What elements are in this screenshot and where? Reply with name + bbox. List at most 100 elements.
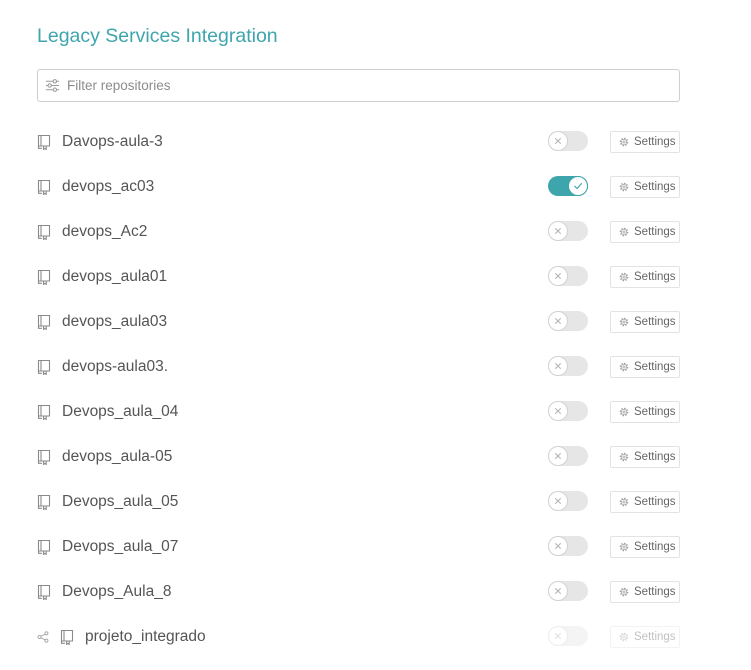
- gear-icon: [619, 452, 629, 462]
- gear-icon: [619, 227, 629, 237]
- integration-toggle[interactable]: [548, 446, 588, 466]
- toggle-knob: [548, 131, 568, 151]
- repo-row: devops_aula03 Settings: [37, 299, 680, 344]
- settings-label: Settings: [634, 540, 676, 553]
- toggle-knob: [548, 356, 568, 376]
- toggle-knob: [548, 401, 568, 421]
- toggle-knob: [548, 446, 568, 466]
- repo-name: Devops_aula_04: [62, 402, 179, 420]
- gear-icon: [619, 272, 629, 282]
- integration-toggle[interactable]: [548, 356, 588, 376]
- integration-toggle[interactable]: [548, 311, 588, 331]
- integration-toggle[interactable]: [548, 131, 588, 151]
- repo-row: Devops_aula_05 Settings: [37, 479, 680, 524]
- repo-name: Devops_Aula_8: [62, 582, 172, 600]
- settings-button[interactable]: Settings: [610, 310, 680, 333]
- repo-row: devops-aula03. Settings: [37, 344, 680, 389]
- repo-row: projeto_integrado Settings: [37, 614, 680, 659]
- x-icon: [553, 406, 563, 416]
- repo-icon: [37, 314, 51, 330]
- settings-label: Settings: [634, 135, 676, 148]
- settings-button[interactable]: Settings: [610, 580, 680, 603]
- repo-row: Devops_aula_04 Settings: [37, 389, 680, 434]
- repo-name: Davops-aula-3: [62, 132, 163, 150]
- repo-name: projeto_integrado: [85, 627, 206, 645]
- settings-button[interactable]: Settings: [610, 490, 680, 513]
- repo-icon: [37, 179, 51, 195]
- x-icon: [553, 496, 563, 506]
- repo-name: Devops_aula_05: [62, 492, 179, 510]
- toggle-knob: [548, 266, 568, 286]
- settings-label: Settings: [634, 225, 676, 238]
- settings-label: Settings: [634, 405, 676, 418]
- settings-label: Settings: [634, 180, 676, 193]
- repo-row: Devops_Aula_8 Settings: [37, 569, 680, 614]
- repo-name: devops_ac03: [62, 177, 155, 195]
- integration-toggle[interactable]: [548, 176, 588, 196]
- gear-icon: [619, 362, 629, 372]
- gear-icon: [619, 407, 629, 417]
- repo-row: devops_aula01 Settings: [37, 254, 680, 299]
- integration-toggle[interactable]: [548, 536, 588, 556]
- integration-toggle[interactable]: [548, 491, 588, 511]
- toggle-knob: [548, 491, 568, 511]
- integration-toggle[interactable]: [548, 401, 588, 421]
- filter-field: [37, 69, 680, 102]
- settings-button[interactable]: Settings: [610, 355, 680, 378]
- check-icon: [573, 181, 583, 191]
- toggle-knob: [548, 581, 568, 601]
- sliders-icon: [45, 78, 60, 93]
- settings-button[interactable]: Settings: [610, 400, 680, 423]
- settings-button[interactable]: Settings: [610, 535, 680, 558]
- gear-icon: [619, 497, 629, 507]
- repo-icon: [60, 629, 74, 645]
- repo-name: devops_aula03: [62, 312, 168, 330]
- settings-button[interactable]: Settings: [610, 265, 680, 288]
- repo-icon: [37, 449, 51, 465]
- settings-label: Settings: [634, 270, 676, 283]
- toggle-knob: [548, 626, 568, 646]
- settings-label: Settings: [634, 585, 676, 598]
- settings-button[interactable]: Settings: [610, 130, 680, 153]
- repo-name: devops_aula-05: [62, 447, 173, 465]
- settings-button: Settings: [610, 625, 680, 648]
- repo-icon: [37, 584, 51, 600]
- toggle-knob: [548, 221, 568, 241]
- repo-name: devops-aula03.: [62, 357, 168, 375]
- repo-name: devops_Ac2: [62, 222, 148, 240]
- repo-row: Devops_aula_07 Settings: [37, 524, 680, 569]
- toggle-knob: [548, 536, 568, 556]
- gear-icon: [619, 137, 629, 147]
- repository-list: Davops-aula-3 Settings devops_ac03 Setti…: [37, 119, 680, 659]
- repo-icon: [37, 404, 51, 420]
- gear-icon: [619, 542, 629, 552]
- x-icon: [553, 226, 563, 236]
- repo-row: devops_aula-05 Settings: [37, 434, 680, 479]
- repo-icon: [37, 359, 51, 375]
- settings-button[interactable]: Settings: [610, 175, 680, 198]
- integration-toggle[interactable]: [548, 221, 588, 241]
- page-title: Legacy Services Integration: [37, 25, 278, 47]
- settings-button[interactable]: Settings: [610, 445, 680, 468]
- repo-row: devops_ac03 Settings: [37, 164, 680, 209]
- x-icon: [553, 316, 563, 326]
- settings-label: Settings: [634, 450, 676, 463]
- integration-toggle: [548, 626, 588, 646]
- filter-input[interactable]: [67, 70, 679, 101]
- integration-toggle[interactable]: [548, 266, 588, 286]
- x-icon: [553, 271, 563, 281]
- x-icon: [553, 541, 563, 551]
- x-icon: [553, 361, 563, 371]
- gear-icon: [619, 182, 629, 192]
- x-icon: [553, 136, 563, 146]
- settings-label: Settings: [634, 630, 676, 643]
- repo-icon: [37, 494, 51, 510]
- gear-icon: [619, 317, 629, 327]
- repo-name: Devops_aula_07: [62, 537, 179, 555]
- share-icon: [37, 631, 49, 643]
- repo-icon: [37, 134, 51, 150]
- settings-label: Settings: [634, 495, 676, 508]
- settings-button[interactable]: Settings: [610, 220, 680, 243]
- integration-toggle[interactable]: [548, 581, 588, 601]
- repo-row: devops_Ac2 Settings: [37, 209, 680, 254]
